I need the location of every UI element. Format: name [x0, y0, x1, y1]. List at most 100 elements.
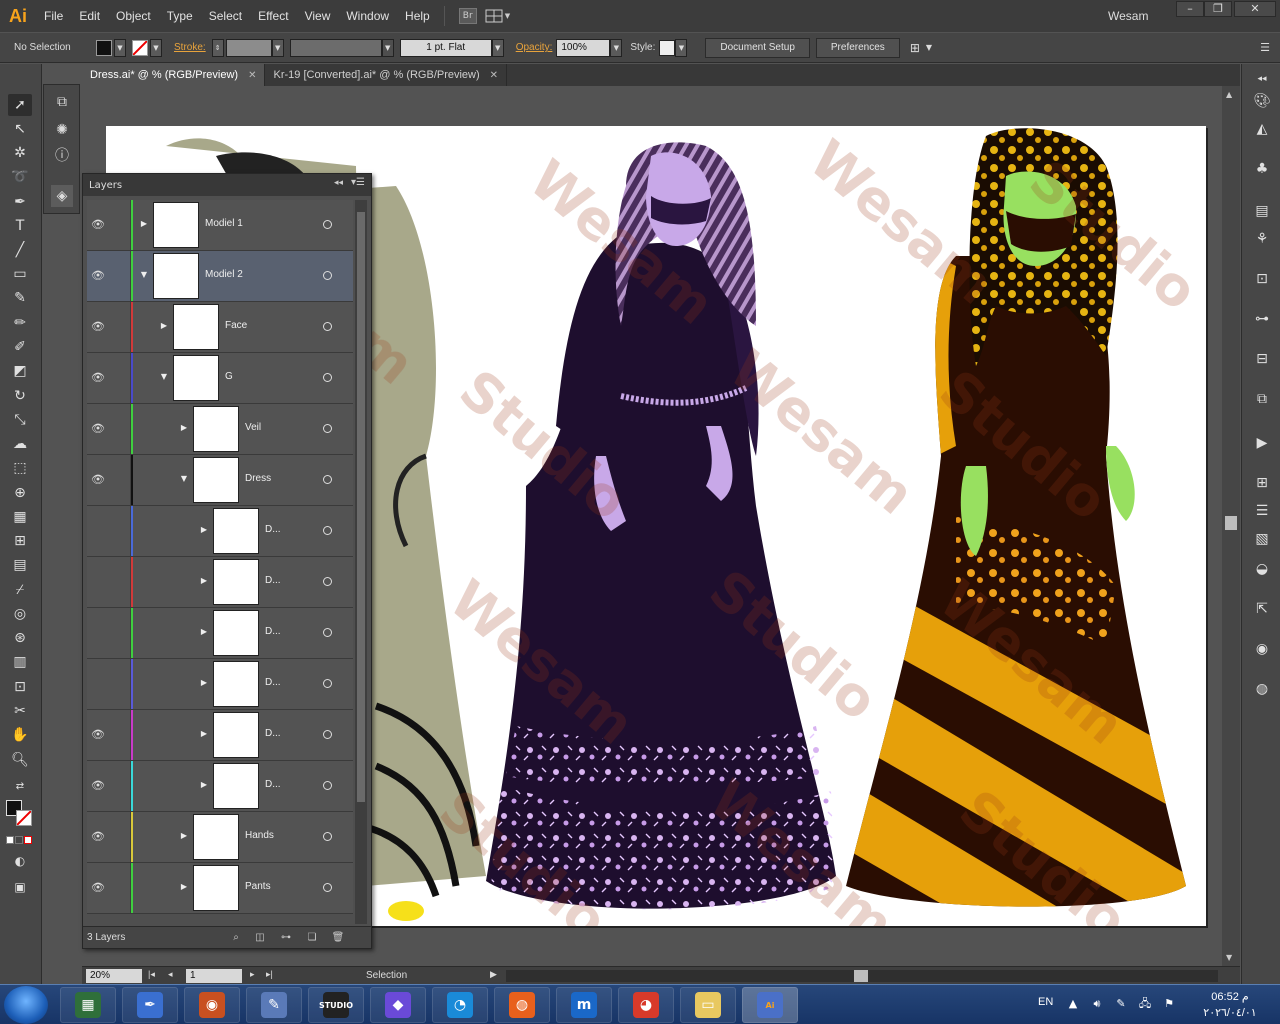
links-panel-icon[interactable]: ⊶ — [1251, 308, 1273, 330]
close-icon[interactable]: ✕ — [248, 70, 256, 81]
stroke-label[interactable]: Stroke: — [174, 42, 206, 53]
stroke-weight-field[interactable] — [225, 38, 272, 57]
menu-file[interactable]: File — [36, 0, 71, 32]
layer-row[interactable]: 👁︎ ▶ D... — [87, 761, 353, 812]
visibility-eye-icon[interactable]: 👁︎ — [91, 728, 105, 742]
expand-arrow-right-icon[interactable]: ▶ — [199, 780, 209, 790]
transform-panel-icon[interactable]: ⊞ — [1251, 472, 1273, 494]
opacity-label[interactable]: Opacity: — [516, 42, 553, 53]
layer-name[interactable]: D... — [265, 677, 281, 688]
transform-panel-icon[interactable]: ⧉ — [51, 91, 73, 113]
task-app-maxthon[interactable]: m — [556, 987, 612, 1023]
last-page-icon[interactable]: ▸| — [266, 969, 273, 980]
blend-tool-icon[interactable]: ◎ — [8, 603, 32, 625]
menu-edit[interactable]: Edit — [71, 0, 108, 32]
visibility-eye-icon[interactable]: 👁︎ — [91, 371, 105, 385]
layer-name[interactable]: Face — [225, 320, 247, 331]
expand-arrow-down-icon[interactable]: ▼ — [159, 372, 169, 382]
variable-width-dropdown[interactable]: ▼ — [381, 38, 394, 57]
color-mode-buttons[interactable] — [6, 834, 36, 844]
visibility-eye-icon[interactable]: 👁︎ — [91, 473, 105, 487]
minimize-button[interactable]: – — [1176, 1, 1204, 17]
actions-panel-icon[interactable]: ▶ — [1251, 432, 1273, 454]
target-circle-icon[interactable] — [323, 220, 332, 229]
expand-arrow-right-icon[interactable]: ▶ — [199, 678, 209, 688]
lock-toggle[interactable] — [111, 557, 131, 607]
blob-brush-tool-icon[interactable]: ✐ — [8, 336, 32, 358]
brush-field[interactable]: 1 pt. Flat — [399, 38, 492, 57]
magic-wand-tool-icon[interactable]: ✲ — [8, 142, 32, 164]
vertical-scrollbar[interactable]: ▲ ▼ — [1222, 86, 1240, 966]
first-page-icon[interactable]: |◂ — [148, 969, 155, 980]
delete-layer-icon[interactable]: 🗑︎ — [331, 931, 345, 945]
lock-toggle[interactable] — [111, 404, 131, 454]
next-page-icon[interactable]: ▸ — [250, 969, 255, 980]
current-tool-status[interactable]: Selection — [366, 969, 407, 983]
lock-toggle[interactable] — [111, 455, 131, 505]
target-circle-icon[interactable] — [323, 832, 332, 841]
target-circle-icon[interactable] — [323, 883, 332, 892]
layer-row[interactable]: ▶ D... — [87, 557, 353, 608]
expand-arrow-right-icon[interactable]: ▶ — [199, 627, 209, 637]
clock-date[interactable]: ٢٠٢٦/٠٤/٠١ — [1194, 1006, 1266, 1019]
task-app-paint[interactable]: ✎ — [246, 987, 302, 1023]
layer-row[interactable]: 👁︎ ▼ Modiel 2 — [87, 251, 353, 302]
panel-menu-icon[interactable]: ▾☰ — [351, 177, 365, 188]
layer-name[interactable]: G — [225, 371, 233, 382]
menu-type[interactable]: Type — [159, 0, 201, 32]
visibility-eye-icon[interactable]: 👁︎ — [91, 320, 105, 334]
expand-arrow-right-icon[interactable]: ▶ — [199, 576, 209, 586]
stroke-color-swatch[interactable] — [16, 810, 32, 826]
mesh-tool-icon[interactable]: ⊞ — [8, 530, 32, 552]
collapse-icon[interactable]: ◂◂ — [334, 178, 343, 188]
expand-arrow-right-icon[interactable]: ▶ — [179, 423, 189, 433]
task-app-edge[interactable]: ◔ — [432, 987, 488, 1023]
target-circle-icon[interactable] — [323, 475, 332, 484]
stroke-dropdown[interactable]: ▼ — [150, 38, 162, 57]
arrange-documents-button[interactable]: ▼ — [485, 8, 513, 24]
pencil-tool-icon[interactable]: ✏ — [8, 312, 32, 334]
scale-tool-icon[interactable]: ⤡ — [8, 409, 32, 431]
draw-mode-icon[interactable]: ◐ — [8, 850, 32, 872]
task-app-explorer[interactable]: ▭ — [680, 987, 736, 1023]
expand-arrow-down-icon[interactable]: ▼ — [139, 270, 149, 280]
scrollbar-thumb[interactable] — [1225, 516, 1237, 530]
layer-row[interactable]: 👁︎ ▶ Modiel 1 — [87, 200, 353, 251]
close-icon[interactable]: ✕ — [490, 70, 498, 81]
target-circle-icon[interactable] — [323, 730, 332, 739]
brush-dropdown[interactable]: ▼ — [491, 38, 504, 57]
task-app-wordpad[interactable]: Ai — [742, 987, 798, 1023]
layers-scrollbar[interactable] — [355, 200, 367, 924]
target-circle-icon[interactable] — [323, 424, 332, 433]
zoom-field[interactable]: 20% — [86, 969, 142, 983]
layer-name[interactable]: Modiel 1 — [205, 218, 243, 229]
target-circle-icon[interactable] — [323, 526, 332, 535]
target-circle-icon[interactable] — [323, 781, 332, 790]
layer-name[interactable]: Pants — [245, 881, 271, 892]
menu-window[interactable]: Window — [338, 0, 397, 32]
visibility-toggle[interactable] — [91, 524, 105, 538]
layer-row[interactable]: 👁︎ ▼ Dress — [87, 455, 353, 506]
create-new-layer-icon[interactable]: ❏ — [305, 931, 319, 945]
show-hidden-icons-icon[interactable]: ▲ — [1066, 997, 1080, 1011]
menu-view[interactable]: View — [297, 0, 339, 32]
expand-arrow-right-icon[interactable]: ▶ — [199, 729, 209, 739]
opacity-dropdown[interactable]: ▼ — [610, 38, 623, 57]
menu-object[interactable]: Object — [108, 0, 159, 32]
layer-name[interactable]: Modiel 2 — [205, 269, 243, 280]
selection-tool-icon[interactable]: ➚ — [8, 94, 32, 116]
horizontal-scrollbar[interactable] — [506, 970, 1218, 982]
layer-name[interactable]: D... — [265, 779, 281, 790]
expand-panels-icon[interactable]: ◂◂ — [1251, 68, 1273, 90]
panel-menu-icon[interactable]: ☰ — [1260, 41, 1270, 54]
pen-tool-icon[interactable]: ✒ — [8, 191, 32, 213]
swatches-panel-icon[interactable]: ♣ — [1251, 158, 1273, 180]
menu-effect[interactable]: Effect — [250, 0, 296, 32]
lock-toggle[interactable] — [111, 302, 131, 352]
expand-arrow-right-icon[interactable]: ▶ — [159, 321, 169, 331]
lock-toggle[interactable] — [111, 812, 131, 862]
layer-row[interactable]: 👁︎ ▶ Face — [87, 302, 353, 353]
expand-arrow-right-icon[interactable]: ▶ — [139, 219, 149, 229]
chevron-down-icon[interactable]: ▼ — [926, 43, 932, 52]
lock-toggle[interactable] — [111, 863, 131, 913]
